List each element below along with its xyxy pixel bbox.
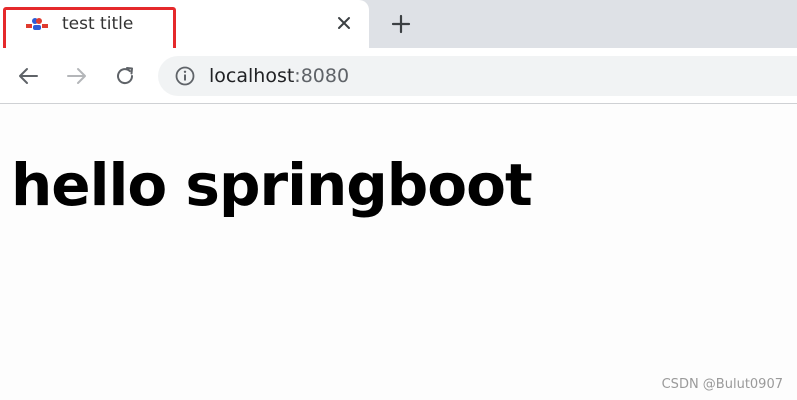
plus-icon[interactable]: [388, 11, 414, 37]
forward-arrow-icon[interactable]: [63, 62, 91, 90]
close-icon[interactable]: [333, 12, 355, 34]
browser-toolbar: localhost:8080: [0, 48, 797, 104]
reload-icon[interactable]: [111, 62, 139, 90]
url-host: localhost: [209, 65, 295, 87]
info-icon[interactable]: [174, 65, 196, 87]
active-tab[interactable]: test title: [0, 0, 369, 48]
tab-strip: test title: [0, 0, 797, 51]
page-heading: hello springboot: [11, 151, 533, 219]
page-content: hello springboot CSDN @Bulut0907: [0, 104, 797, 400]
tab-title: test title: [62, 14, 134, 34]
back-arrow-icon[interactable]: [14, 62, 42, 90]
url-port: :8080: [294, 65, 350, 87]
address-bar[interactable]: localhost:8080: [158, 56, 797, 96]
url-text[interactable]: localhost:8080: [209, 63, 349, 89]
watermark: CSDN @Bulut0907: [661, 377, 783, 392]
baidu-favicon-icon: [26, 18, 48, 30]
